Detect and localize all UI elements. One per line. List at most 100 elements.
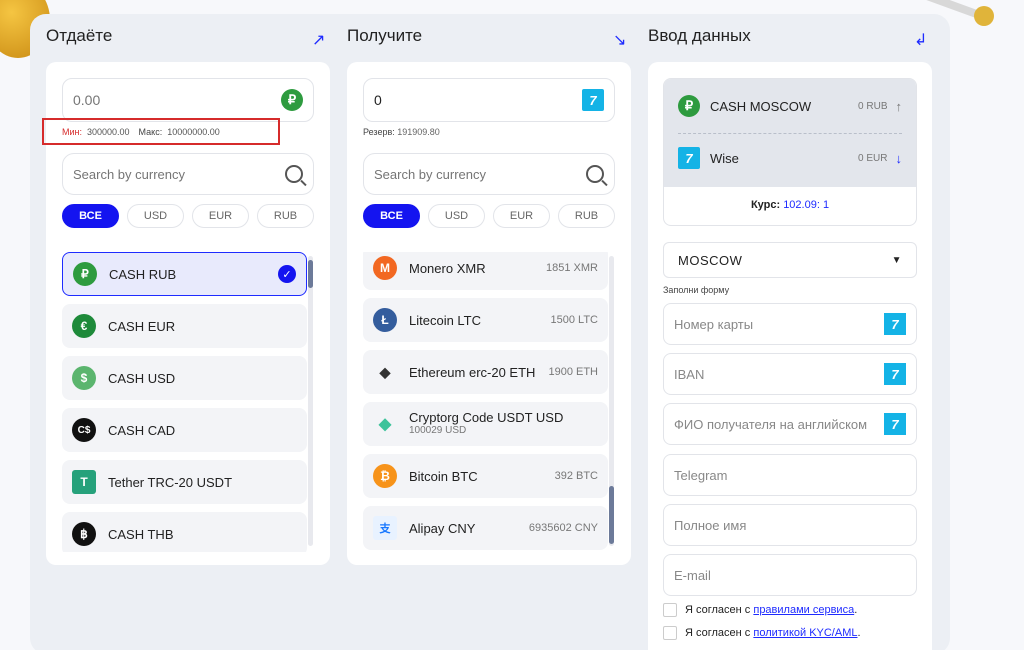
receive-item-ethereum[interactable]: ◆ Ethereum erc-20 ETH 1900 ETH	[363, 350, 608, 394]
chevron-down-icon: ▼	[891, 254, 902, 266]
max-value: 10000000.00	[167, 126, 220, 137]
list-item-label: Alipay CNY	[409, 520, 476, 536]
recipient-name-field[interactable]: ФИО получателя на английском 7	[663, 403, 917, 445]
litecoin-icon: Ł	[373, 308, 397, 332]
give-amount-input[interactable]	[73, 92, 281, 108]
wise-icon: 7	[582, 89, 604, 111]
list-item-label: CASH EUR	[108, 318, 176, 334]
give-search-field[interactable]	[62, 153, 314, 195]
iban-field[interactable]: IBAN 7	[663, 353, 917, 395]
wise-icon: 7	[678, 147, 700, 169]
city-select[interactable]: MOSCOW ▼	[663, 242, 917, 278]
give-currency-list: ₽ CASH RUB ✓ € CASH EUR $ CASH USD C$ CA…	[62, 252, 308, 552]
summary-pair: ₽ CASH MOSCOW 0 RUB ↑ 7 Wise 0 EUR ↓	[664, 79, 916, 187]
summary-divider	[678, 133, 902, 134]
card-number-field[interactable]: Номер карты 7	[663, 303, 917, 345]
field-placeholder: IBAN	[674, 366, 705, 382]
receive-item-bitcoin[interactable]: ₿ Bitcoin BTC 392 BTC	[363, 454, 608, 498]
wise-icon: 7	[884, 313, 906, 335]
receive-search-input[interactable]	[374, 166, 586, 182]
baht-icon: ฿	[72, 522, 96, 546]
list-item-label: CASH CAD	[108, 422, 176, 438]
search-icon[interactable]	[285, 165, 303, 183]
receive-item-alipay[interactable]: 支 Alipay CNY 6935602 CNY	[363, 506, 608, 550]
list-item-label: Tether TRC-20 USDT	[108, 474, 233, 490]
receive-currency-list: M Monero XMR 1851 XMR Ł Litecoin LTC 150…	[363, 252, 609, 552]
give-item-cash-eur[interactable]: € CASH EUR	[62, 304, 307, 348]
cryptorg-icon: ◆	[378, 416, 392, 433]
details-title: Ввод данных	[648, 26, 751, 45]
list-item-label: Monero XMR	[409, 260, 486, 276]
receive-item-litecoin[interactable]: Ł Litecoin LTC 1500 LTC	[363, 298, 608, 342]
field-placeholder: Telegram	[674, 467, 728, 483]
give-amount-field[interactable]: ₽	[62, 78, 314, 122]
arrow-return-icon: ↲	[914, 32, 928, 49]
reserve-value: 191909.80	[397, 127, 440, 137]
exchange-summary: ₽ CASH MOSCOW 0 RUB ↑ 7 Wise 0 EUR ↓ Кур…	[663, 78, 917, 226]
amount-limits: Мин: 300000.00 Макс: 10000000.00	[42, 118, 280, 145]
filter-rub[interactable]: RUB	[558, 204, 615, 228]
agree-rules: Я согласен с правилами сервиса.	[663, 603, 857, 617]
min-label: Мин:	[62, 126, 82, 137]
receive-item-cryptorg[interactable]: ◆ Cryptorg Code USDT USD 100029 USD	[363, 402, 608, 446]
receive-amount-value[interactable]: 0	[374, 92, 582, 108]
list-item-amount: 6935602 CNY	[528, 522, 598, 534]
give-item-cash-usd[interactable]: $ CASH USD	[62, 356, 307, 400]
email-field[interactable]: E-mail	[663, 554, 917, 596]
filter-eur[interactable]: EUR	[493, 204, 550, 228]
filter-usd[interactable]: USD	[127, 204, 184, 228]
summary-from-name: CASH MOSCOW	[710, 98, 812, 114]
give-item-tether[interactable]: T Tether TRC-20 USDT	[62, 460, 307, 504]
arrow-up-right-icon: ↗	[312, 32, 326, 49]
agree-kyc-text: Я согласен с	[685, 627, 751, 639]
field-placeholder: Полное имя	[674, 517, 747, 533]
list-item-label: Bitcoin BTC	[409, 468, 478, 484]
arrow-up-icon: ↑	[895, 98, 903, 114]
ethereum-icon: ◆	[379, 363, 391, 380]
list-item-amount: 100029 USD	[409, 425, 467, 436]
search-icon[interactable]	[586, 165, 604, 183]
monero-icon: M	[373, 256, 397, 280]
filter-all[interactable]: ВСЕ	[62, 204, 119, 228]
filter-usd[interactable]: USD	[428, 204, 485, 228]
give-filters: ВСЕ USD EUR RUB	[62, 204, 314, 228]
filter-eur[interactable]: EUR	[192, 204, 249, 228]
kyc-link[interactable]: политикой KYC/AML	[753, 627, 857, 639]
arrow-down-icon: ↓	[895, 150, 903, 166]
give-item-cash-rub[interactable]: ₽ CASH RUB ✓	[62, 252, 307, 296]
bitcoin-icon: ₿	[373, 464, 397, 488]
check-icon: ✓	[278, 265, 296, 283]
list-item-label: CASH RUB	[109, 266, 177, 282]
list-item-label: CASH USD	[108, 370, 176, 386]
give-search-input[interactable]	[73, 166, 285, 182]
receive-scroll-thumb[interactable]	[609, 486, 614, 544]
receive-search-field[interactable]	[363, 153, 615, 195]
give-scroll-thumb[interactable]	[308, 260, 313, 288]
summary-from-amount: 0 RUB	[858, 100, 888, 112]
min-value: 300000.00	[87, 126, 130, 137]
full-name-field[interactable]: Полное имя	[663, 504, 917, 546]
city-value: MOSCOW	[678, 252, 743, 268]
wise-icon: 7	[884, 413, 906, 435]
filter-rub[interactable]: RUB	[257, 204, 314, 228]
field-placeholder: Номер карты	[674, 316, 754, 332]
receive-amount-field[interactable]: 0 7	[363, 78, 615, 122]
receive-item-monero[interactable]: M Monero XMR 1851 XMR	[363, 252, 608, 290]
give-item-cash-cad[interactable]: C$ CASH CAD	[62, 408, 307, 452]
give-scrollbar[interactable]	[308, 256, 313, 546]
list-item-label: Ethereum erc-20 ETH	[409, 364, 536, 380]
rules-link[interactable]: правилами сервиса	[753, 604, 854, 616]
summary-to-amount: 0 EUR	[858, 152, 888, 164]
list-item-amount: 1900 ETH	[548, 366, 598, 378]
agree-kyc-checkbox[interactable]	[663, 626, 677, 640]
filter-all[interactable]: ВСЕ	[363, 204, 420, 228]
give-item-cash-thb[interactable]: ฿ CASH THB	[62, 512, 307, 552]
agree-rules-checkbox[interactable]	[663, 603, 677, 617]
reserve-label: Резерв:	[363, 127, 395, 137]
receive-filters: ВСЕ USD EUR RUB	[363, 204, 615, 228]
receive-title: Получите	[347, 26, 423, 45]
ruble-icon: ₽	[73, 262, 97, 286]
euro-icon: €	[72, 314, 96, 338]
telegram-field[interactable]: Telegram	[663, 454, 917, 496]
tether-icon: T	[72, 470, 96, 494]
